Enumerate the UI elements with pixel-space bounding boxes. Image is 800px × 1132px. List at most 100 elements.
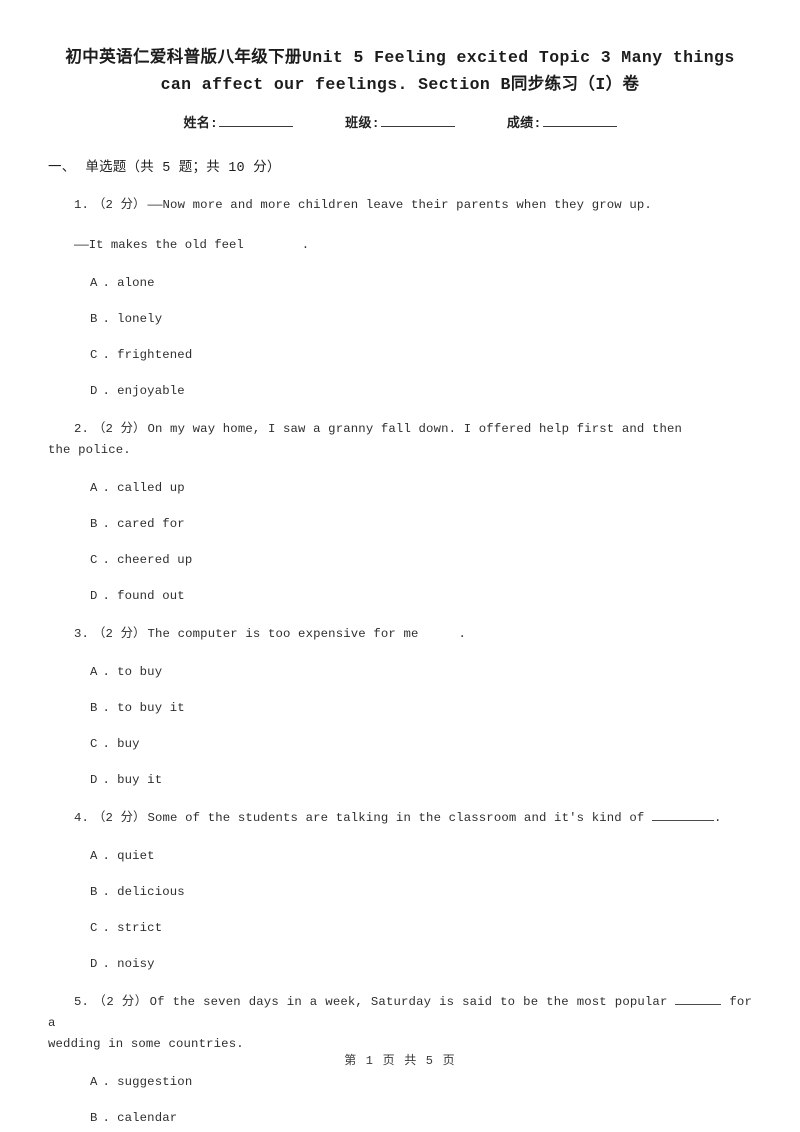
option-text: found out [117,589,185,603]
option-text: called up [117,481,185,495]
question-5-score: （2 分） [93,995,148,1009]
section-title: 单选题（共 5 题；共 10 分） [85,161,281,176]
option-text: cared for [117,517,185,531]
option-dot: . [102,348,111,362]
option-text: to buy [117,665,163,679]
option-letter: D [90,384,98,398]
option-dot: . [102,849,111,863]
question-1-number: 1. [74,198,90,212]
option-letter: A [90,849,98,863]
question-4-answer-blank[interactable] [651,808,714,821]
option-text: frightened [117,348,193,362]
question-1: 1. （2 分） ——Now more and more children leav… [48,195,752,216]
question-4-stem-line: 4. （2 分） Some of the students are talking … [48,808,752,829]
option-letter: B [90,701,98,715]
option-dot: . [102,312,111,326]
option-dot: . [102,957,111,971]
question-3-stem-tail: . [458,627,467,641]
student-name-label: 姓名: [183,116,219,131]
question-1-stem-line2-text: ——It makes the old feel [74,238,244,252]
question-2-option-c[interactable]: C. cheered up [48,551,752,569]
question-1-option-d[interactable]: D. enjoyable [48,382,752,400]
option-letter: D [90,589,98,603]
question-5-answer-blank[interactable] [675,992,722,1005]
option-dot: . [102,885,111,899]
student-name-field: 姓名: [183,112,294,131]
option-dot: . [102,1111,111,1125]
option-text: cheered up [117,553,193,567]
question-3-option-c[interactable]: C. buy [48,735,752,753]
option-dot: . [102,737,111,751]
question-4-option-b[interactable]: B. delicious [48,883,752,901]
question-2-stem-line: 2. （2 分） On my way home, I saw a granny fa… [48,419,752,440]
option-dot: . [102,481,111,495]
option-text: quiet [117,849,155,863]
question-1-stem-line: 1. （2 分） ——Now more and more children leav… [48,195,752,216]
option-letter: C [90,921,98,935]
question-1-stem-line2: ——It makes the old feel. [48,235,752,256]
option-text: buy it [117,773,163,787]
student-class-input[interactable] [380,113,455,127]
question-2-stem-tail: the police. [48,443,131,457]
option-dot: . [102,665,111,679]
option-dot: . [102,384,111,398]
question-2-option-d[interactable]: D. found out [48,587,752,605]
page-title: 初中英语仁爱科普版八年级下册Unit 5 Feeling excited Top… [65,48,735,94]
question-3-score: （2 分） [93,627,146,641]
option-dot: . [102,589,111,603]
question-4-number: 4. [74,811,90,825]
option-text: enjoyable [117,384,185,398]
question-3-option-b[interactable]: B. to buy it [48,699,752,717]
question-4: 4. （2 分） Some of the students are talking … [48,808,752,829]
option-dot: . [102,921,111,935]
question-2: 2. （2 分） On my way home, I saw a granny fa… [48,419,752,461]
option-letter: A [90,1075,98,1089]
question-1-stem-line2-tail: . [301,238,310,252]
option-text: to buy it [117,701,185,715]
question-4-stem: Some of the students are talking in the … [147,811,645,825]
question-3-stem-line: 3. （2 分） The computer is too expensive for… [48,624,752,645]
student-name-input[interactable] [219,113,294,127]
question-4-option-c[interactable]: C. strict [48,919,752,937]
student-info-row: 姓名: 班级: 成绩: [48,112,752,131]
question-3: 3. （2 分） The computer is too expensive for… [48,624,752,645]
option-text: strict [117,921,163,935]
question-1-option-a[interactable]: A. alone [48,274,752,292]
page-footer: 第 1 页 共 5 页 [344,1054,456,1068]
question-5-option-b[interactable]: B. calendar [48,1109,752,1127]
question-5-stem-tail: wedding in some countries. [48,1037,244,1051]
question-5-stem-line: 5. （2 分） Of the seven days in a week, Satu… [48,992,752,1034]
question-2-option-b[interactable]: B. cared for [48,515,752,533]
option-letter: A [90,481,98,495]
question-3-option-a[interactable]: A. to buy [48,663,752,681]
question-3-option-d[interactable]: D. buy it [48,771,752,789]
student-score-input[interactable] [542,113,617,127]
option-text: suggestion [117,1075,193,1089]
option-letter: C [90,348,98,362]
question-2-option-a[interactable]: A. called up [48,479,752,497]
student-score-field: 成绩: [507,112,617,131]
section-number: 一、 [48,161,76,176]
question-1-score: （2 分） [93,198,146,212]
option-letter: B [90,1111,98,1125]
option-text: noisy [117,957,155,971]
option-letter: C [90,553,98,567]
option-letter: C [90,737,98,751]
option-letter: A [90,276,98,290]
question-5-stem: Of the seven days in a week, Saturday is… [149,995,668,1009]
question-5-number: 5. [74,995,90,1009]
question-4-option-d[interactable]: D. noisy [48,955,752,973]
option-dot: . [102,553,111,567]
question-1-option-b[interactable]: B. lonely [48,310,752,328]
option-dot: . [102,1075,111,1089]
section-heading: 一、 单选题（共 5 题；共 10 分） [48,155,752,176]
question-5: 5. （2 分） Of the seven days in a week, Satu… [48,992,752,1055]
student-class-field: 班级: [345,112,455,131]
option-text: buy [117,737,140,751]
question-2-score: （2 分） [93,422,146,436]
student-score-label: 成绩: [506,116,542,131]
option-letter: D [90,957,98,971]
question-4-option-a[interactable]: A. quiet [48,847,752,865]
question-1-option-c[interactable]: C. frightened [48,346,752,364]
question-5-option-a[interactable]: A. suggestion [48,1073,752,1091]
